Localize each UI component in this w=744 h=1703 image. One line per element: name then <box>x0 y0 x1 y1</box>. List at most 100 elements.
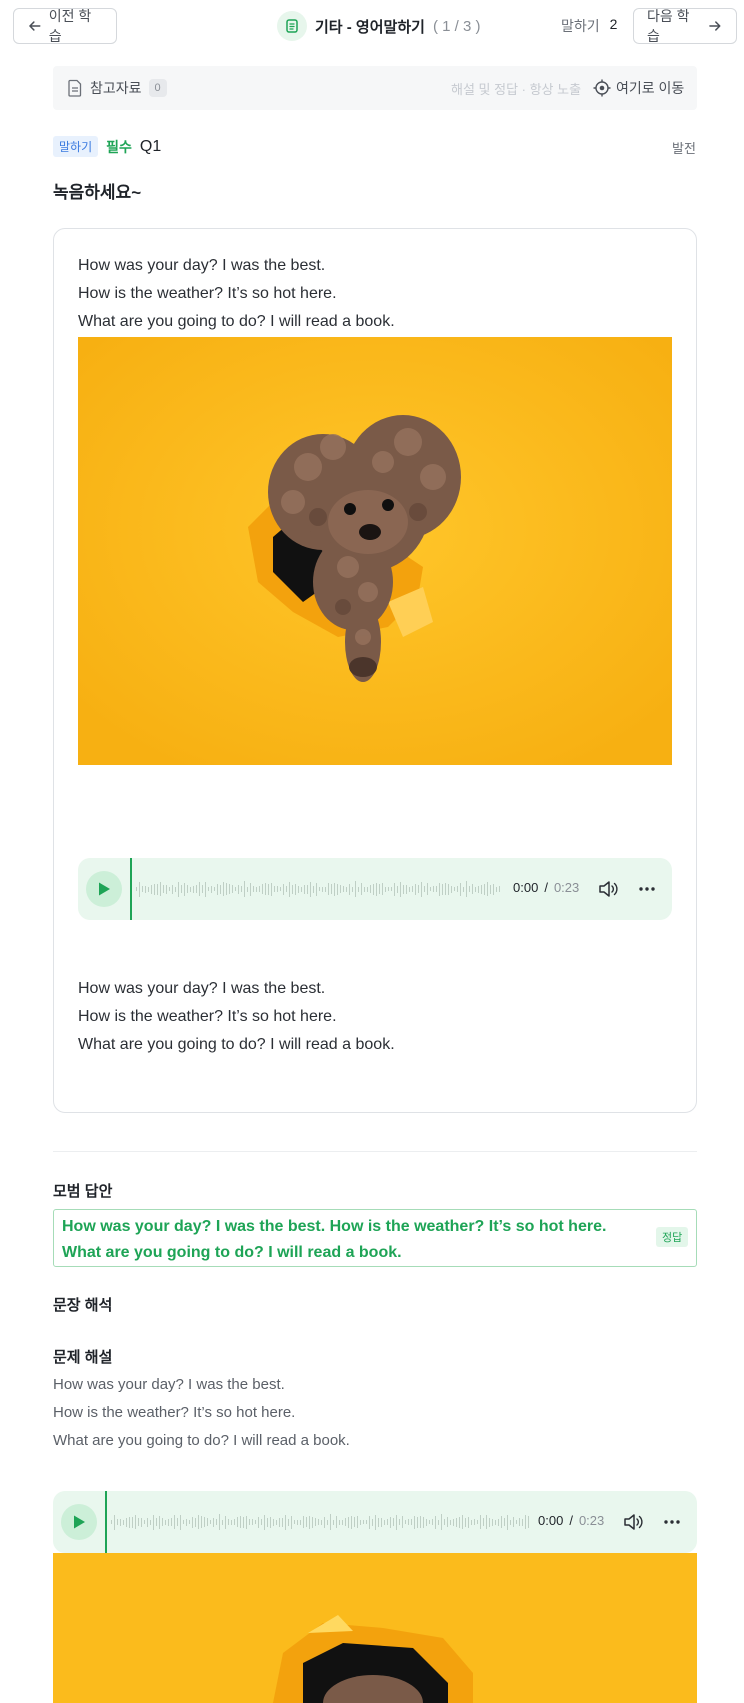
waveform-tick <box>306 1517 307 1527</box>
waveform-tick <box>126 1517 127 1527</box>
waveform-tick <box>319 887 320 891</box>
waveform-tick <box>304 884 305 894</box>
waveform-tick <box>229 884 230 894</box>
lesson-title: 기타 - 영어말하기 ( 1 / 3 ) <box>277 11 480 41</box>
waveform-tick <box>148 886 149 892</box>
duration: 0:23 <box>553 880 580 895</box>
more-options-icon[interactable] <box>638 880 656 898</box>
more-options-icon[interactable] <box>663 1513 681 1531</box>
waveform-tick <box>412 886 413 892</box>
waveform-tick <box>522 1518 523 1526</box>
waveform-tick <box>367 886 368 892</box>
waveform-tick <box>316 882 317 896</box>
waveform-tick <box>211 885 212 893</box>
waveform-tick <box>441 1514 442 1530</box>
waveform-tick <box>303 1516 304 1528</box>
waveform-tick <box>463 886 464 892</box>
waveform-tick <box>402 1516 403 1528</box>
waveform-tick <box>397 885 398 893</box>
waveform-tick <box>525 1515 526 1529</box>
waveform-tick <box>279 1517 280 1527</box>
volume-icon[interactable] <box>622 1511 644 1533</box>
waveform-tick <box>192 1516 193 1528</box>
waveform-tick <box>352 886 353 892</box>
waveform-tick <box>460 882 461 896</box>
play-button[interactable] <box>86 871 122 907</box>
waveform-tick <box>411 1519 412 1525</box>
waveform-tick <box>342 1519 343 1525</box>
waveform-tick <box>193 885 194 893</box>
waveform-tick <box>337 883 338 895</box>
waveform-tick <box>430 887 431 891</box>
waveform-tick <box>496 886 497 892</box>
waveform-tick <box>345 1518 346 1526</box>
card-text-line: How is the weather? It’s so hot here. <box>78 285 337 302</box>
waveform-tick <box>184 882 185 896</box>
waveform-tick <box>385 886 386 892</box>
waveform-tick <box>258 1516 259 1528</box>
audio-player[interactable]: 0:00 / 0:23 <box>78 858 672 920</box>
poodle-image <box>78 337 672 765</box>
waveform-tick <box>159 1515 160 1529</box>
waveform[interactable] <box>136 880 500 898</box>
prev-lesson-button[interactable]: 이전 학습 <box>13 8 117 44</box>
waveform-tick <box>153 1514 154 1530</box>
waveform-tick <box>223 882 224 896</box>
waveform-tick <box>244 881 245 897</box>
waveform-tick <box>409 886 410 892</box>
waveform-tick <box>519 1518 520 1526</box>
waveform-tick <box>271 882 272 896</box>
waveform-tick <box>222 1519 223 1525</box>
waveform-tick <box>483 1518 484 1526</box>
waveform-tick <box>180 1514 181 1530</box>
waveform-tick <box>114 1514 115 1530</box>
waveform-tick <box>282 1517 283 1527</box>
time-separator: / <box>544 880 548 895</box>
waveform-tick <box>189 1520 190 1524</box>
waveform-tick <box>237 1517 238 1527</box>
playback-position-bar[interactable] <box>105 1491 107 1553</box>
waveform-tick <box>498 1518 499 1526</box>
waveform-tick <box>301 886 302 892</box>
waveform-tick <box>361 883 362 895</box>
explanation-audio-player[interactable]: 0:00 / 0:23 <box>53 1491 697 1553</box>
card-text-line: How was your day? I was the best. <box>78 257 326 274</box>
locate-icon <box>593 79 611 97</box>
waveform-tick <box>168 1518 169 1526</box>
waveform-tick <box>310 881 311 897</box>
waveform-tick <box>201 1516 202 1528</box>
waveform-tick <box>183 1520 184 1524</box>
waveform-tick <box>274 886 275 892</box>
next-lesson-button[interactable]: 다음 학습 <box>633 8 737 44</box>
go-here-button[interactable]: 여기로 이동 <box>593 78 684 98</box>
play-button[interactable] <box>61 1504 97 1540</box>
waveform-tick <box>256 886 257 892</box>
waveform-tick <box>312 1516 313 1528</box>
question-prompt: 녹음하세요~ <box>53 183 142 202</box>
waveform-tick <box>280 887 281 891</box>
speaking-count: 말하기 2 <box>561 16 617 36</box>
waveform-tick <box>307 884 308 894</box>
waveform-tick <box>516 1520 517 1524</box>
waveform-tick <box>135 1515 136 1529</box>
waveform-tick <box>450 1519 451 1525</box>
playback-time: 0:00 / 0:23 <box>538 1513 604 1528</box>
question-meta: 말하기 필수 Q1 <box>53 136 161 157</box>
waveform-tick <box>241 886 242 892</box>
waveform-tick <box>142 886 143 892</box>
waveform-tick <box>369 1515 370 1529</box>
waveform-tick <box>129 1516 130 1528</box>
waveform-tick <box>120 1518 121 1526</box>
waveform[interactable] <box>111 1513 529 1531</box>
playback-position-bar[interactable] <box>130 858 132 920</box>
waveform-tick <box>262 884 263 894</box>
waveform-tick <box>214 887 215 891</box>
reference-materials-button[interactable]: 참고자료 0 <box>67 78 167 98</box>
waveform-tick <box>322 886 323 892</box>
volume-icon[interactable] <box>597 878 619 900</box>
correct-answer-tag: 정답 <box>656 1227 689 1247</box>
arrow-right-icon <box>709 21 721 31</box>
waveform-tick <box>198 1515 199 1529</box>
waveform-tick <box>391 887 392 891</box>
waveform-tick <box>235 887 236 891</box>
